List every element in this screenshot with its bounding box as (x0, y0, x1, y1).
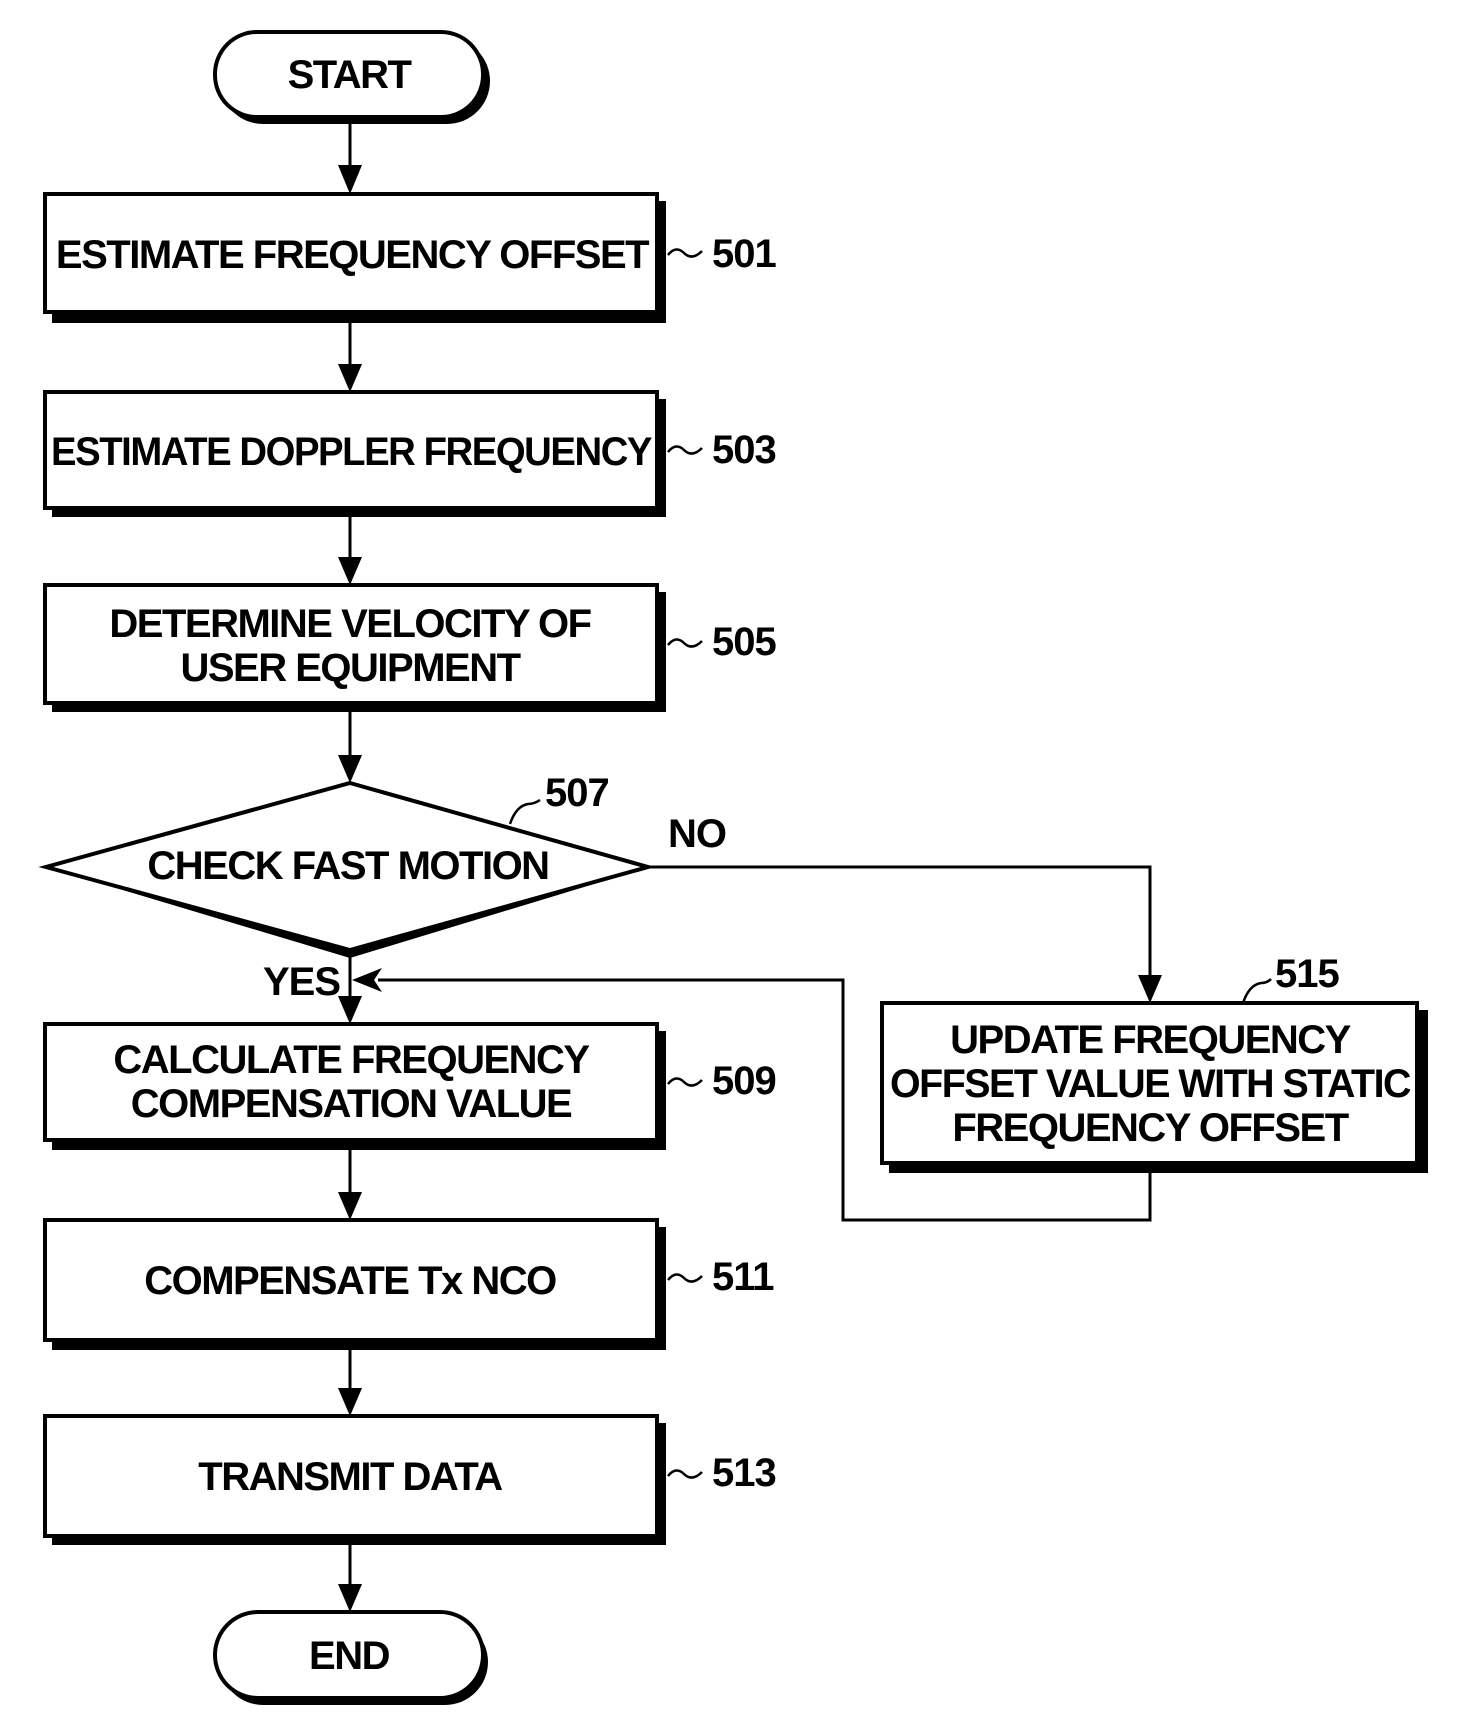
end-label: END (309, 1634, 390, 1678)
no-label: NO (668, 812, 726, 856)
process-box-501: ESTIMATE FREQUENCY OFFSET 501 (43, 192, 777, 323)
ref-label-505: 505 (712, 620, 776, 664)
step-513-text: TRANSMIT DATA (198, 1455, 502, 1499)
connector-511-513 (338, 1350, 362, 1416)
process-box-509: CALCULATE FREQUENCY COMPENSATION VALUE 5… (43, 1022, 777, 1150)
start-terminal: START (213, 30, 490, 124)
process-box-513: TRANSMIT DATA 513 (43, 1414, 777, 1545)
connector-no-branch: NO (648, 812, 1162, 1003)
ref-leader-509 (667, 1077, 703, 1087)
connector-505-507 (338, 712, 362, 783)
connector-503-505 (338, 517, 362, 585)
step-515-text-line3: FREQUENCY OFFSET (952, 1106, 1348, 1150)
connector-start-501 (338, 120, 362, 194)
ref-leader-507 (508, 798, 541, 825)
ref-label-513: 513 (712, 1451, 776, 1495)
ref-leader-511 (667, 1273, 703, 1283)
decision-diamond-507: CHECK FAST MOTION 507 (38, 771, 656, 958)
decision-507-text: CHECK FAST MOTION (147, 844, 548, 888)
step-505-text-line1: DETERMINE VELOCITY OF (109, 602, 590, 646)
ref-leader-503 (667, 445, 703, 455)
start-label: START (288, 53, 412, 97)
process-box-503: ESTIMATE DOPPLER FREQUENCY 503 (43, 390, 777, 517)
ref-leader-501 (667, 248, 703, 258)
ref-label-501: 501 (712, 232, 776, 276)
ref-label-509: 509 (712, 1059, 776, 1103)
ref-leader-513 (667, 1469, 703, 1479)
connector-513-end (338, 1545, 362, 1612)
step-515-text-line1: UPDATE FREQUENCY (950, 1018, 1352, 1062)
ref-label-503: 503 (712, 428, 776, 472)
step-515-text-line2: OFFSET VALUE WITH STATIC (890, 1062, 1411, 1106)
step-509-text-line1: CALCULATE FREQUENCY (113, 1038, 590, 1082)
step-511-text: COMPENSATE Tx NCO (144, 1259, 556, 1303)
process-box-505: DETERMINE VELOCITY OF USER EQUIPMENT 505 (43, 583, 777, 712)
ref-leader-505 (667, 638, 703, 648)
flowchart: START ESTIMATE FREQUENCY OFFSET 501 ESTI… (38, 30, 1428, 1705)
yes-label: YES (263, 960, 340, 1004)
step-505-text-line2: USER EQUIPMENT (180, 646, 520, 690)
step-509-text-line2: COMPENSATION VALUE (131, 1082, 572, 1126)
ref-label-511: 511 (712, 1255, 774, 1299)
process-box-511: COMPENSATE Tx NCO 511 (43, 1218, 775, 1350)
connector-509-511 (338, 1150, 362, 1220)
step-501-text: ESTIMATE FREQUENCY OFFSET (56, 233, 649, 277)
ref-label-515: 515 (1275, 952, 1339, 996)
step-503-text: ESTIMATE DOPPLER FREQUENCY (51, 430, 653, 474)
connector-yes-branch: YES (263, 955, 362, 1024)
connector-501-503 (338, 323, 362, 392)
ref-label-507: 507 (545, 771, 609, 815)
ref-leader-515 (1241, 978, 1272, 1004)
end-terminal: END (213, 1610, 488, 1705)
